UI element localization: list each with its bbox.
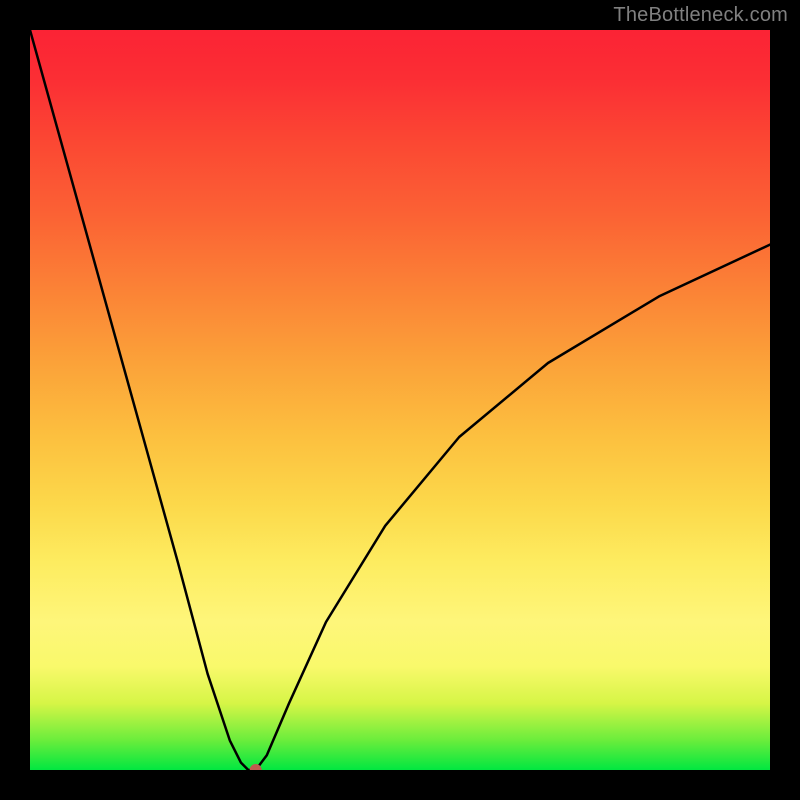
watermark-text: TheBottleneck.com: [613, 4, 788, 27]
bottleneck-curve-path: [30, 30, 770, 770]
chart-container: TheBottleneck.com: [0, 0, 800, 800]
plot-area: [30, 30, 770, 770]
chart-svg: [30, 30, 770, 770]
